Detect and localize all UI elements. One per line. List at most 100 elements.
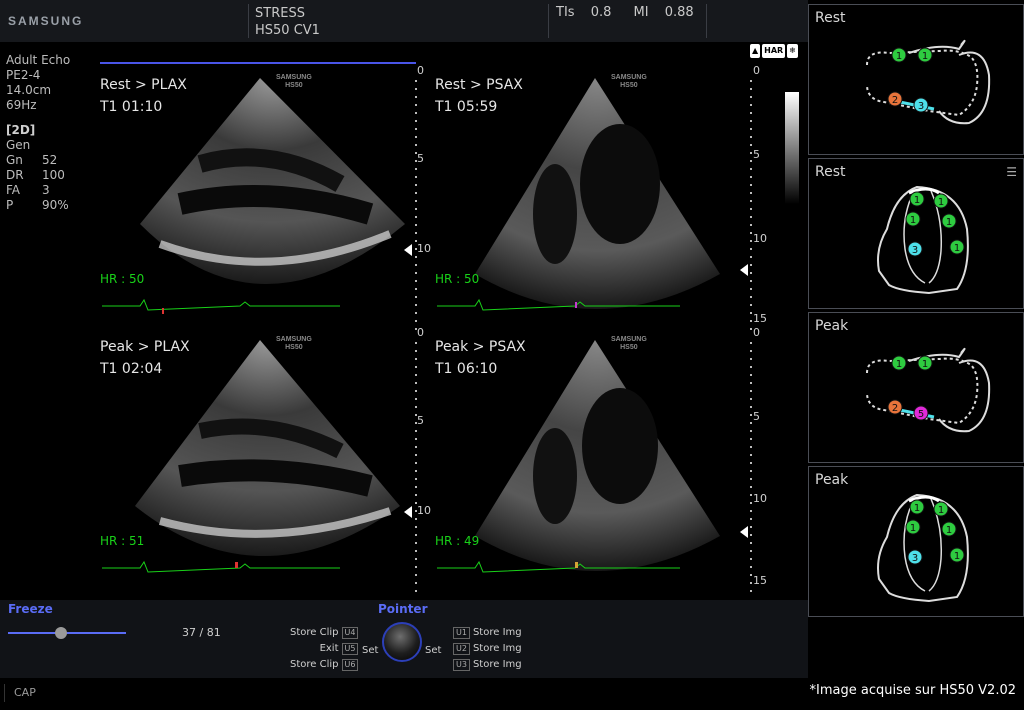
focus-marker-icon[interactable] bbox=[404, 506, 414, 518]
param-row: Gn 52 bbox=[6, 153, 70, 168]
segment-score-badge[interactable]: 3 bbox=[907, 241, 923, 257]
segment-score-badge[interactable]: 3 bbox=[907, 549, 923, 565]
key-badge: U3 bbox=[453, 659, 470, 671]
trackball-icon[interactable] bbox=[382, 622, 422, 662]
button-label: Store Clip bbox=[290, 627, 339, 638]
scale-dot bbox=[415, 96, 417, 98]
segment-score-badge[interactable]: 1 bbox=[941, 213, 957, 229]
scale-dot bbox=[415, 454, 417, 456]
segment-panel-rest-4ch[interactable]: Rest ☰ 111131 bbox=[808, 158, 1024, 309]
scale-dot bbox=[750, 566, 752, 568]
button-label: Store Img bbox=[472, 643, 522, 654]
scale-dot bbox=[750, 486, 752, 488]
button-label: Store Clip bbox=[290, 659, 339, 670]
depth-tick: 10 bbox=[753, 232, 767, 245]
key-badge: U2 bbox=[453, 643, 470, 655]
param-key: Gn bbox=[6, 153, 23, 167]
segment-score-badge[interactable]: 1 bbox=[933, 501, 949, 517]
watermark-model: HS50 bbox=[620, 82, 638, 89]
four-chamber-heart-diagram: 1 11 13 1 bbox=[877, 493, 969, 603]
segment-score-badge[interactable]: 1 bbox=[891, 355, 907, 371]
scale-dot bbox=[750, 406, 752, 408]
cine-slider-handle[interactable] bbox=[55, 627, 68, 639]
segment-score-badge[interactable]: 1 bbox=[905, 211, 921, 227]
scale-dot bbox=[750, 382, 752, 384]
segment-score-badge[interactable]: 1 bbox=[905, 519, 921, 535]
store-image-button[interactable]: U2 Store Img bbox=[450, 641, 522, 657]
scale-dot bbox=[750, 358, 752, 360]
svg-text:1: 1 bbox=[914, 195, 920, 206]
image-rest-psax[interactable]: Rest > PSAX T1 05:59 SAMSUNG HS50 HR : 50 bbox=[435, 74, 765, 336]
image-rest-plax[interactable]: Rest > PLAX T1 01:10 SAMSUNG HS50 HR : 50 bbox=[100, 74, 430, 336]
set-left-button[interactable]: Set bbox=[362, 645, 378, 656]
scale-dot bbox=[750, 264, 752, 266]
safety-indices: TIs 0.8 MI 0.88 bbox=[556, 5, 706, 20]
scale-dot bbox=[750, 184, 752, 186]
segment-panel-peak-4ch[interactable]: Peak 111131 bbox=[808, 466, 1024, 617]
watermark-brand: SAMSUNG bbox=[611, 74, 647, 81]
button-label: Exit bbox=[319, 643, 339, 654]
view-label: Rest > PLAX T1 01:10 bbox=[100, 74, 187, 118]
segment-panel-peak-plax[interactable]: Peak 1 1 2 5 bbox=[808, 312, 1024, 463]
scale-dot bbox=[750, 288, 752, 290]
scan-parameters: Adult Echo PE2-4 14.0cm 69Hz [2D] Gen Gn… bbox=[6, 53, 70, 213]
exit-button[interactable]: Exit U5 bbox=[290, 641, 361, 657]
store-image-button[interactable]: U1 Store Img bbox=[450, 625, 522, 641]
store-image-button[interactable]: U3 Store Img bbox=[450, 657, 522, 673]
segment-score-badge[interactable]: 1 bbox=[891, 47, 907, 63]
segment-score-badge[interactable]: 1 bbox=[941, 521, 957, 537]
status-icons: ▲ HAR ❄ bbox=[750, 44, 800, 63]
segment-score-badge[interactable]: 3 bbox=[913, 97, 929, 113]
segment-score-badge[interactable]: 1 bbox=[949, 547, 965, 563]
depth-scale-dots bbox=[750, 80, 752, 330]
scale-dot bbox=[750, 96, 752, 98]
header-divider bbox=[248, 4, 249, 38]
segment-score-badge[interactable]: 2 bbox=[887, 399, 903, 415]
watermark-model: HS50 bbox=[285, 344, 303, 351]
svg-text:3: 3 bbox=[912, 553, 918, 564]
scale-dot bbox=[750, 374, 752, 376]
scale-dot bbox=[415, 192, 417, 194]
segment-panel-rest-plax[interactable]: Rest 1 1 2 3 bbox=[808, 4, 1024, 155]
mi-label: MI bbox=[633, 5, 649, 20]
scale-dot bbox=[415, 438, 417, 440]
scale-dot bbox=[415, 366, 417, 368]
scale-dot bbox=[750, 312, 752, 314]
footer-divider bbox=[4, 684, 5, 702]
plax-heart-diagram: 1 1 2 3 bbox=[866, 39, 991, 125]
store-clip-button[interactable]: Store Clip U6 bbox=[290, 657, 361, 673]
scale-dot bbox=[750, 438, 752, 440]
set-right-button[interactable]: Set bbox=[425, 645, 441, 656]
panel-title: Rest bbox=[815, 164, 846, 180]
scale-dot bbox=[415, 320, 417, 322]
segment-score-badge[interactable]: 2 bbox=[887, 91, 903, 107]
focus-marker-icon[interactable] bbox=[404, 244, 414, 256]
segment-score-badge[interactable]: 1 bbox=[909, 191, 925, 207]
heart-rate: HR : 49 bbox=[435, 534, 480, 548]
four-chamber-heart-diagram: 1 11 13 1 bbox=[877, 185, 969, 295]
scale-dot bbox=[750, 160, 752, 162]
segment-score-badge[interactable]: 1 bbox=[917, 355, 933, 371]
key-badge: U5 bbox=[341, 643, 359, 655]
segment-score-badge[interactable]: 1 bbox=[909, 499, 925, 515]
segment-score-badge[interactable]: 1 bbox=[933, 193, 949, 209]
mi-value: 0.88 bbox=[664, 5, 694, 20]
view-name: Rest > PSAX bbox=[435, 77, 523, 93]
segment-score-badge[interactable]: 1 bbox=[949, 239, 965, 255]
depth-tick: 5 bbox=[417, 152, 424, 165]
depth-tick: 15 bbox=[753, 312, 767, 325]
image-peak-plax[interactable]: Peak > PLAX T1 02:04 SAMSUNG HS50 HR : 51 bbox=[100, 336, 430, 598]
menu-icon[interactable]: ☰ bbox=[1006, 165, 1017, 179]
scale-dot bbox=[415, 224, 417, 226]
focus-marker-icon[interactable] bbox=[740, 264, 750, 276]
har-icon: HAR bbox=[762, 44, 786, 58]
store-clip-button[interactable]: Store Clip U4 bbox=[290, 625, 361, 641]
image-peak-psax[interactable]: Peak > PSAX T1 06:10 SAMSUNG HS50 HR : 49 bbox=[435, 336, 765, 598]
scale-dot bbox=[750, 342, 752, 344]
segment-score-badge[interactable]: 5 bbox=[913, 405, 929, 421]
panel-title: Peak bbox=[815, 318, 849, 334]
param-key: DR bbox=[6, 168, 24, 182]
segment-score-badge[interactable]: 1 bbox=[917, 47, 933, 63]
grayscale-bar bbox=[785, 92, 799, 204]
focus-marker-icon[interactable] bbox=[740, 526, 750, 538]
